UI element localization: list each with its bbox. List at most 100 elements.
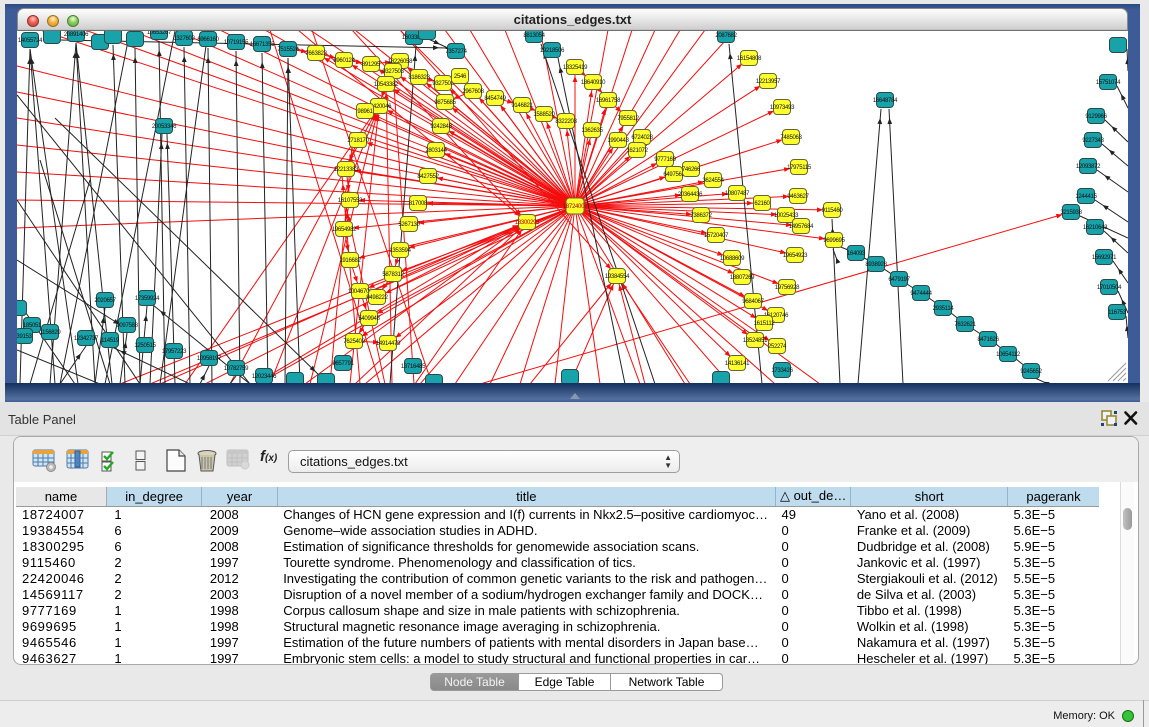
svg-text:1615112: 1615112: [754, 321, 776, 327]
svg-text:891295: 891295: [362, 62, 381, 68]
svg-text:2967608: 2967608: [462, 89, 484, 95]
svg-text:1362635: 1362635: [581, 128, 603, 134]
svg-text:19654982: 19654982: [332, 227, 357, 233]
svg-text:1327602: 1327602: [173, 36, 195, 42]
svg-text:18724007: 18724007: [563, 204, 588, 210]
svg-text:817008: 817008: [409, 201, 428, 207]
svg-text:8427552: 8427552: [417, 174, 439, 180]
svg-text:1916682: 1916682: [339, 258, 361, 264]
svg-text:8322203: 8322203: [555, 119, 577, 125]
svg-text:10543382: 10543382: [374, 82, 399, 88]
svg-text:116753: 116753: [1108, 310, 1127, 316]
svg-text:19218506: 19218506: [540, 48, 565, 54]
svg-text:8813054: 8813054: [523, 33, 545, 39]
svg-text:9684067: 9684067: [742, 299, 764, 305]
svg-text:14957684: 14957684: [789, 224, 814, 230]
svg-text:13325419: 13325419: [563, 65, 588, 71]
svg-text:8938928: 8938928: [865, 262, 887, 268]
svg-text:13716485: 13716485: [401, 364, 426, 370]
svg-text:19756928: 19756928: [775, 285, 800, 291]
svg-text:17975115: 17975115: [787, 165, 812, 171]
svg-text:6479197: 6479197: [888, 277, 910, 283]
svg-text:16961758: 16961758: [596, 98, 621, 104]
svg-text:15692971: 15692971: [1092, 255, 1117, 261]
svg-text:9327503: 9327503: [382, 69, 404, 75]
svg-text:18807269: 18807269: [730, 275, 755, 281]
svg-text:9242848: 9242848: [430, 124, 452, 130]
svg-text:5267130: 5267130: [398, 222, 420, 228]
svg-text:10653267: 10653267: [147, 31, 172, 36]
svg-text:9115460: 9115460: [822, 208, 844, 214]
svg-text:2087682: 2087682: [715, 33, 737, 39]
svg-text:16154808: 16154808: [737, 56, 762, 62]
svg-text:1156829: 1156829: [40, 330, 62, 336]
svg-text:8186323: 8186323: [408, 75, 430, 81]
svg-text:18640910: 18640910: [581, 80, 606, 86]
svg-text:2803144: 2803144: [425, 148, 447, 154]
svg-text:17957223: 17957223: [162, 349, 187, 355]
svg-text:1621072: 1621072: [626, 148, 648, 154]
svg-text:10782759: 10782759: [224, 366, 249, 372]
svg-text:1353594: 1353594: [389, 248, 411, 254]
svg-text:9699695: 9699695: [823, 238, 845, 244]
svg-text:9097588: 9097588: [116, 323, 138, 329]
svg-text:9463627: 9463627: [787, 194, 809, 200]
svg-text:13524851: 13524851: [743, 338, 768, 344]
svg-text:7632621: 7632621: [954, 322, 976, 328]
svg-text:9875685: 9875685: [434, 100, 456, 106]
svg-text:62160: 62160: [754, 201, 770, 207]
svg-text:10958197: 10958197: [197, 356, 222, 362]
svg-text:2020657: 2020657: [94, 298, 116, 304]
svg-text:2935114: 2935114: [933, 306, 955, 312]
svg-text:20053346: 20053346: [152, 124, 177, 130]
svg-text:1244415: 1244415: [1075, 194, 1097, 200]
svg-text:15751074: 15751074: [1096, 80, 1121, 86]
svg-text:16671355: 16671355: [250, 42, 275, 48]
svg-text:8454749: 8454749: [484, 96, 506, 102]
svg-text:16648784: 16648784: [873, 98, 898, 104]
svg-text:9227343: 9227343: [1082, 138, 1104, 144]
svg-text:9498222: 9498222: [366, 295, 388, 301]
svg-text:98961: 98961: [357, 109, 373, 115]
svg-text:9777169: 9777169: [654, 157, 676, 163]
svg-text:9657791: 9657791: [332, 361, 354, 367]
svg-text:5878312: 5878312: [382, 272, 404, 278]
svg-text:12342737: 12342737: [74, 336, 99, 342]
svg-text:6966160: 6966160: [197, 37, 219, 43]
svg-text:12213957: 12213957: [756, 79, 781, 85]
svg-text:7485063: 7485063: [780, 135, 802, 141]
svg-text:10719155: 10719155: [224, 40, 249, 46]
svg-text:5409948: 5409948: [358, 316, 380, 322]
svg-text:20891406: 20891406: [64, 32, 89, 38]
svg-text:9129966: 9129966: [1085, 114, 1107, 120]
svg-text:19654923: 19654923: [783, 253, 808, 259]
svg-text:14136141: 14136141: [725, 361, 750, 367]
svg-text:164093: 164093: [847, 251, 866, 257]
svg-text:14055724: 14055724: [18, 38, 43, 44]
svg-text:7625402: 7625402: [343, 339, 365, 345]
svg-text:6724028: 6724028: [631, 135, 653, 141]
svg-text:1990443: 1990443: [607, 138, 629, 144]
svg-text:1733426: 1733426: [771, 368, 793, 374]
svg-text:8960124: 8960124: [333, 58, 355, 64]
svg-text:15720407: 15720407: [704, 233, 729, 239]
svg-text:16210643: 16210643: [1083, 225, 1108, 231]
svg-text:9245652: 9245652: [1020, 369, 1042, 375]
svg-text:9474444: 9474444: [910, 291, 932, 297]
svg-text:8471626: 8471626: [977, 337, 999, 343]
svg-text:14914479: 14914479: [376, 341, 401, 347]
svg-text:252274: 252274: [768, 344, 787, 350]
svg-text:7955812: 7955812: [617, 116, 639, 122]
svg-text:10654112: 10654112: [996, 352, 1021, 358]
svg-text:10688609: 10688609: [720, 256, 745, 262]
svg-text:7386372: 7386372: [690, 213, 712, 219]
svg-text:9327503: 9327503: [432, 81, 454, 87]
svg-text:10973493: 10973493: [770, 105, 795, 111]
svg-text:7515524: 7515524: [277, 47, 299, 53]
svg-text:746266: 746266: [682, 167, 701, 173]
svg-text:114519: 114519: [101, 338, 120, 344]
svg-text:12023446: 12023446: [252, 374, 277, 380]
svg-text:12213383: 12213383: [334, 167, 359, 173]
svg-text:2718170: 2718170: [347, 138, 369, 144]
svg-text:39153: 39153: [17, 334, 33, 340]
